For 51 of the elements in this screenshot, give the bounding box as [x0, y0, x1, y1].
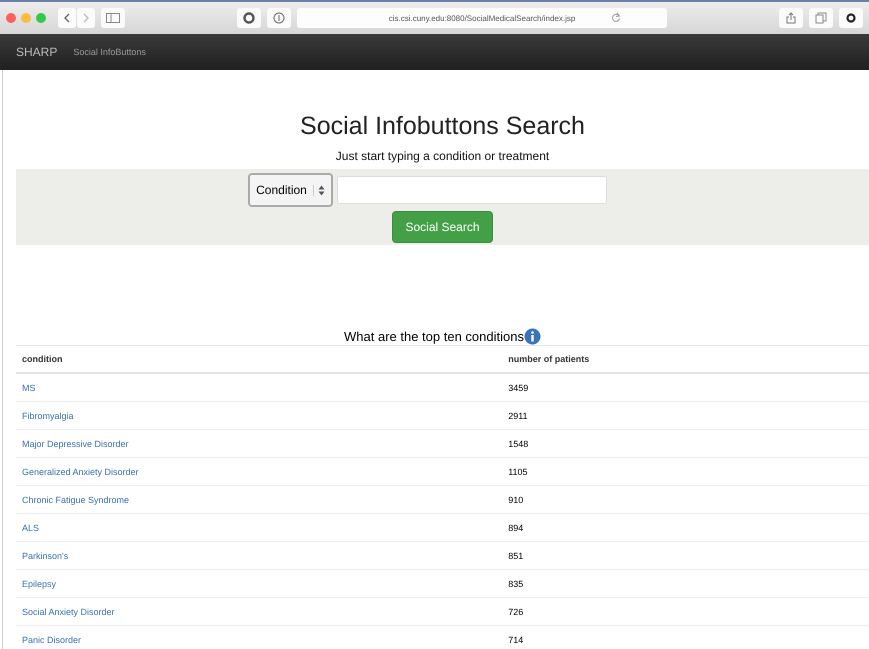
up-down-arrows-icon	[312, 184, 325, 196]
condition-link[interactable]: ALS	[22, 522, 40, 532]
patient-count: 3459	[508, 382, 528, 392]
condition-link[interactable]: Social Anxiety Disorder	[22, 606, 115, 616]
condition-link[interactable]: Major Depressive Disorder	[22, 438, 129, 448]
sidebar-button[interactable]	[101, 8, 125, 28]
condition-link[interactable]: Parkinson's	[22, 550, 68, 560]
search-button[interactable]: Social Search	[392, 211, 493, 243]
patient-count: 726	[508, 606, 524, 616]
share-icon	[786, 12, 796, 24]
back-button[interactable]	[58, 8, 76, 28]
patient-count: 835	[508, 578, 524, 588]
tabs-button[interactable]	[809, 8, 833, 28]
ring-icon	[846, 13, 856, 23]
info-icon[interactable]	[524, 328, 541, 344]
table-caption: What are the top ten conditions	[344, 328, 524, 344]
patient-count: 851	[508, 550, 524, 560]
chevron-right-icon	[82, 13, 90, 23]
extension-button[interactable]	[237, 8, 261, 28]
patient-count: 714	[508, 634, 524, 644]
brand-link[interactable]: SHARP	[16, 45, 58, 59]
column-header: number of patients	[508, 354, 590, 364]
nav-link[interactable]: Social InfoButtons	[73, 47, 146, 57]
subtitle: Just start typing a condition or treatment	[334, 148, 550, 165]
condition-link[interactable]: Epilepsy	[22, 578, 56, 588]
close-window-button[interactable]	[6, 13, 16, 23]
tabs-icon	[815, 12, 827, 24]
reload-icon[interactable]	[611, 12, 621, 23]
info-button[interactable]	[267, 8, 291, 28]
patient-count: 2911	[508, 410, 528, 420]
condition-link[interactable]: MS	[22, 382, 36, 392]
address-bar[interactable]: cis.csi.cuny.edu:8080/SocialMedicalSearch/index.jsp	[297, 8, 667, 28]
patient-count: 1105	[508, 466, 528, 476]
patient-count: 910	[508, 494, 524, 504]
patient-count: 1548	[508, 438, 528, 448]
condition-link[interactable]: Generalized Anxiety Disorder	[22, 466, 139, 476]
zoom-window-button[interactable]	[36, 13, 46, 23]
search-field[interactable]	[336, 176, 607, 204]
extension-icon-button[interactable]	[839, 8, 863, 28]
category-select[interactable]: Condition	[248, 173, 333, 207]
condition-link[interactable]: Chronic Fatigue Syndrome	[22, 494, 130, 504]
sidebar-icon	[106, 13, 120, 23]
share-button[interactable]	[779, 8, 803, 28]
page-title: Social Infobuttons Search	[299, 111, 586, 141]
condition-link[interactable]: Panic Disorder	[22, 634, 82, 644]
patient-count: 894	[508, 522, 524, 532]
condition-link[interactable]: Fibromyalgia	[22, 410, 74, 420]
info-icon	[273, 12, 285, 24]
column-header: condition	[22, 354, 62, 364]
ring-icon	[243, 12, 255, 24]
chevron-left-icon	[63, 13, 71, 23]
